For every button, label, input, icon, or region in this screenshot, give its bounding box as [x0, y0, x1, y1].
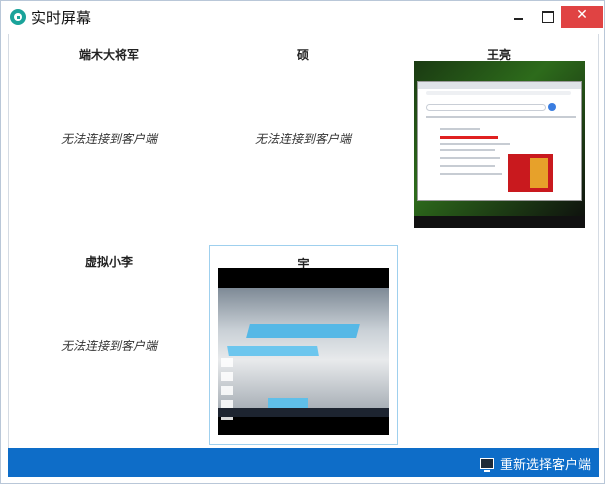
- app-logo-icon: [10, 9, 26, 25]
- browser-window-image: [417, 81, 582, 201]
- connection-status: 无法连接到客户端: [60, 339, 157, 353]
- client-name: 虚拟小李: [84, 255, 133, 269]
- desktop-wallpaper: [218, 288, 389, 420]
- client-cell-4[interactable]: 虚拟小李 无法连接到客户端: [15, 241, 203, 441]
- client-screen-thumbnail[interactable]: [414, 61, 585, 228]
- client-screen-thumbnail[interactable]: [218, 268, 389, 435]
- taskbar-image: [218, 408, 389, 417]
- footer-bar: 重新选择客户端: [8, 448, 599, 477]
- monitor-icon: [479, 457, 494, 472]
- main-window: 实时屏幕 ✕ 端木大将军 无法连接到客户端 硕 无法连接到客户端 王亮 虚拟小李…: [0, 0, 605, 484]
- client-name: 端木大将军: [78, 48, 139, 62]
- maximize-button[interactable]: [535, 1, 559, 31]
- client-cell-2[interactable]: 硕 无法连接到客户端: [209, 34, 397, 234]
- connection-status: 无法连接到客户端: [254, 132, 351, 146]
- reselect-client-label: 重新选择客户端: [499, 457, 591, 473]
- close-button[interactable]: ✕: [561, 6, 603, 28]
- reselect-client-button[interactable]: 重新选择客户端: [479, 454, 591, 473]
- client-cell-1[interactable]: 端木大将军 无法连接到客户端: [15, 34, 203, 234]
- taskbar-image: [414, 216, 585, 228]
- screen-grid: 端木大将军 无法连接到客户端 硕 无法连接到客户端 王亮 虚拟小李 无法连接到客…: [8, 34, 599, 448]
- connection-status: 无法连接到客户端: [60, 132, 157, 146]
- client-name: 硕: [296, 48, 309, 62]
- title-bar[interactable]: 实时屏幕 ✕: [1, 1, 604, 34]
- minimize-button[interactable]: [501, 1, 535, 31]
- close-icon: ✕: [576, 7, 588, 23]
- window-title: 实时屏幕: [31, 9, 92, 27]
